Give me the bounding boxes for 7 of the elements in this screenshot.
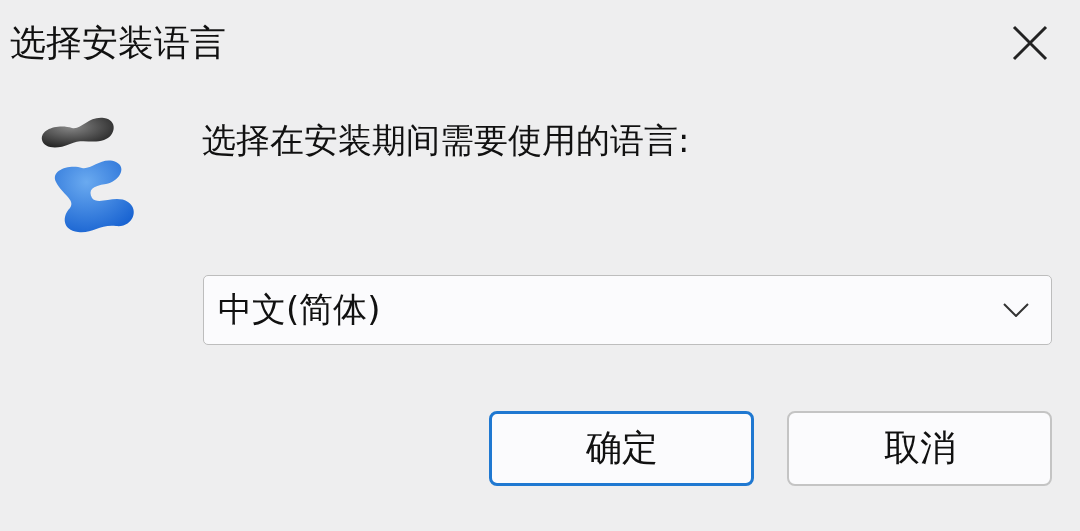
close-icon[interactable] (1010, 23, 1050, 63)
prompt-text: 选择在安装期间需要使用的语言: (202, 119, 690, 162)
language-dropdown[interactable]: 中文(简体) (203, 275, 1052, 345)
chevron-down-icon (1003, 303, 1029, 317)
ok-button[interactable]: 确定 (489, 411, 754, 486)
cancel-button[interactable]: 取消 (787, 411, 1052, 486)
window-title: 选择安装语言 (10, 20, 226, 65)
